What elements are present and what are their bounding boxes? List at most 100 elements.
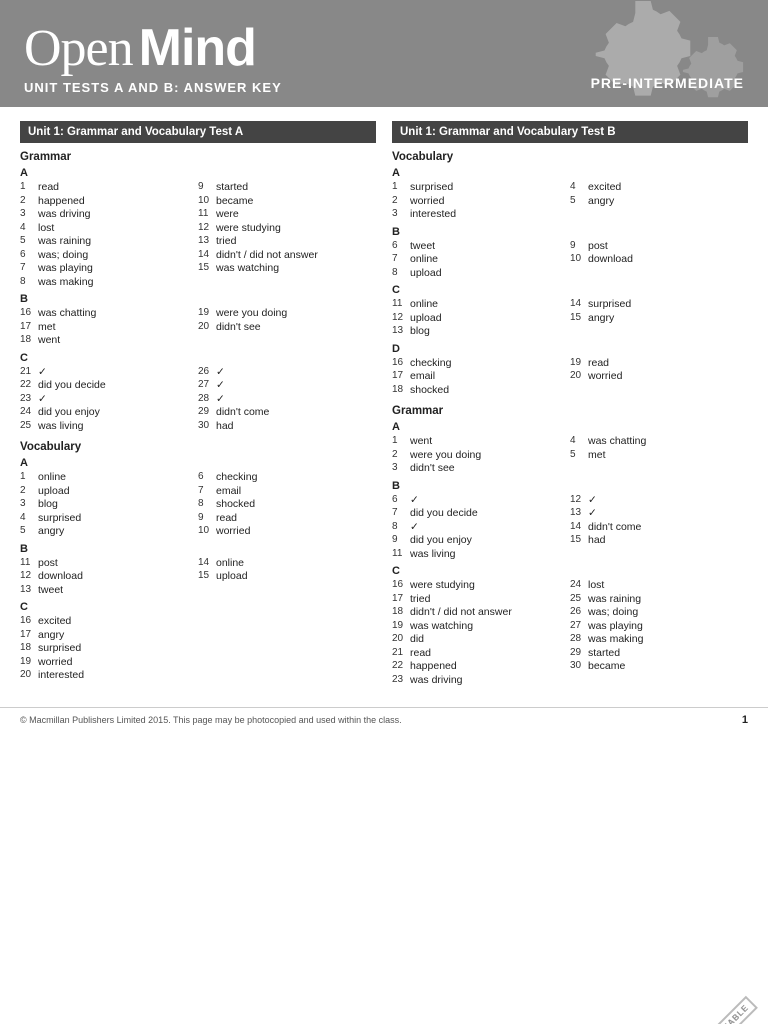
page-footer: © Macmillan Publishers Limited 2015. Thi… [0,707,768,732]
list-item: 14didn't / did not answer [198,249,376,261]
answer-number: 11 [392,298,410,310]
list-item: 30became [570,660,748,672]
list-item: 4was chatting [570,435,748,447]
answer-number: 16 [20,307,38,319]
list-item: 6tweet [392,240,570,252]
answer-number: 16 [20,615,38,627]
answer-value: ✓ [410,494,419,506]
answer-value: worried [38,656,72,668]
list-item: 22did you decide [20,379,198,391]
grammar-c-col2-left: 26✓27✓28✓29didn't come30had [198,366,376,434]
list-item: 10became [198,195,376,207]
logo-open: Open [24,19,133,78]
answer-value: met [588,449,606,461]
answer-value: happened [38,195,85,207]
list-item: 18surprised [20,642,376,654]
list-item: 3didn't see [392,462,570,474]
list-item: 15had [570,534,748,546]
list-item: 11online [392,298,570,310]
answer-number: 27 [198,379,216,391]
answer-value: upload [216,570,248,582]
list-item: 25was raining [570,593,748,605]
list-item: 9did you enjoy [392,534,570,546]
answer-value: surprised [588,298,631,310]
answer-number: 3 [20,498,38,510]
answer-number: 7 [20,262,38,274]
list-item: 8✓ [392,521,570,533]
answer-value: interested [410,208,456,220]
list-item: 18went [20,334,198,346]
answer-value: ✓ [588,507,597,519]
answer-value: was making [38,276,93,288]
list-item: 20worried [570,370,748,382]
list-item: 22happened [392,660,570,672]
vocab-c-col2-right: 14surprised15angry [570,298,748,339]
vocab-a-answers: 1online2upload3blog4surprised5angry 6che… [20,471,376,539]
answer-number: 14 [570,521,588,533]
answer-number: 6 [392,494,410,506]
vocab-b-col1-right: 6tweet7online8upload [392,240,570,281]
grammar-c-answers: 21✓22did you decide23✓24did you enjoy25w… [20,366,376,434]
vocab-a-col1-right: 1surprised2worried3interested [392,181,570,222]
answer-number: 10 [198,525,216,537]
list-item: 10worried [198,525,376,537]
grammar-a-col2-right: 4was chatting5met [570,435,748,476]
list-item: 6checking [198,471,376,483]
answer-value: surprised [38,512,81,524]
answer-value: worried [410,195,444,207]
grammar-b-label-left: B [20,293,376,305]
right-column: Unit 1: Grammar and Vocabulary Test B Vo… [392,121,748,687]
answer-value: didn't see [410,462,455,474]
list-item: 1read [20,181,198,193]
list-item: 9post [570,240,748,252]
answer-number: 17 [392,370,410,382]
answer-number: 23 [392,674,410,686]
answer-value: was driving [38,208,91,220]
answer-number: 1 [20,181,38,193]
answer-value: had [216,420,234,432]
list-item: 15angry [570,312,748,324]
grammar-a-right: 1went2were you doing3didn't see 4was cha… [392,435,748,476]
vocab-d-label-right: D [392,343,748,355]
answer-value: didn't / did not answer [216,249,318,261]
list-item: 23was driving [392,674,570,686]
answer-value: ✓ [216,393,225,405]
grammar-c-right: 16were studying17tried18didn't / did not… [392,579,748,687]
answer-value: worried [588,370,622,382]
answer-number: 9 [392,534,410,546]
answer-value: angry [38,525,64,537]
answer-number: 20 [570,370,588,382]
list-item: 12download [20,570,198,582]
answer-value: was living [38,420,84,432]
answer-number: 25 [20,420,38,432]
list-item: 13blog [392,325,570,337]
vocab-c-col1-right: 11online12upload13blog [392,298,570,339]
vocab-a-col2-left: 6checking7email8shocked9read10worried [198,471,376,539]
vocab-b-col1-left: 11post12download13tweet [20,557,198,598]
answer-value: was watching [410,620,473,632]
list-item: 20did [392,633,570,645]
answer-value: angry [38,629,64,641]
answer-number: 5 [20,235,38,247]
answer-value: were [216,208,239,220]
answer-number: 6 [198,471,216,483]
list-item: 2upload [20,485,198,497]
answer-value: was chatting [588,435,646,447]
grammar-a-col2: 9started10became11were12were studying13t… [198,181,376,289]
list-item: 10download [570,253,748,265]
answer-number: 1 [392,181,410,193]
answer-value: download [38,570,83,582]
answer-value: upload [38,485,70,497]
answer-value: post [38,557,58,569]
answer-value: ✓ [38,393,47,405]
answer-value: didn't come [588,521,641,533]
answer-number: 8 [392,267,410,279]
answer-value: were studying [410,579,475,591]
grammar-c-col1-left: 21✓22did you decide23✓24did you enjoy25w… [20,366,198,434]
answer-value: were you doing [410,449,481,461]
list-item: 4excited [570,181,748,193]
answer-value: did [410,633,424,645]
answer-number: 18 [392,384,410,396]
answer-number: 17 [20,321,38,333]
list-item: 28✓ [198,393,376,405]
